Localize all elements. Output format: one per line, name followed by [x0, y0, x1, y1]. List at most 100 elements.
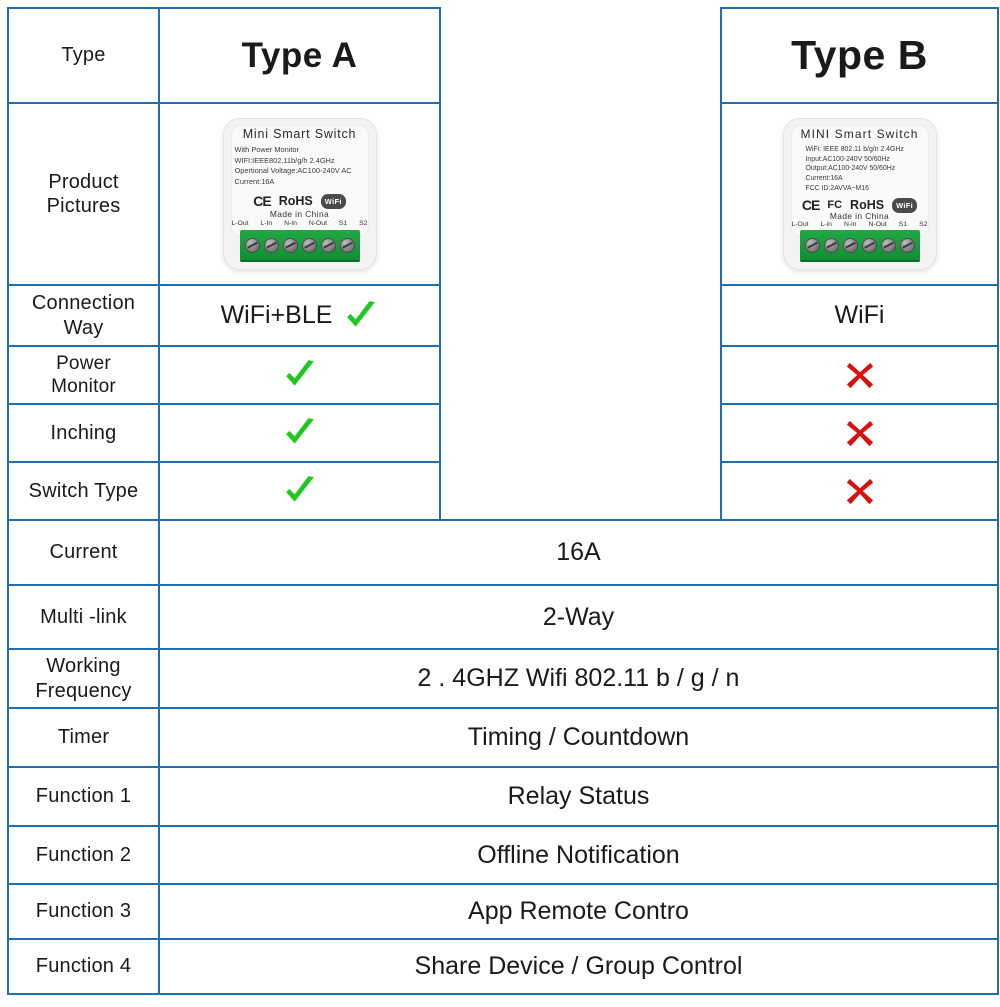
cell-switch-type-type-a: [158, 461, 441, 521]
terminal-screw: [823, 237, 839, 253]
terminal-screw: [301, 237, 317, 253]
row-label-product-pictures: Product Pictures: [7, 102, 160, 286]
terminal-screw: [842, 237, 858, 253]
device-spec-line: Current:16A: [234, 176, 275, 186]
device-pin-labels: L-Out L-In N-In N-Out S1 S2: [232, 220, 368, 227]
cell-power-monitor-type-b: [720, 345, 999, 405]
spacer-cell: [439, 285, 722, 346]
device-terminal-block: [799, 230, 920, 260]
table-row-switch-type: Switch Type: [7, 461, 999, 521]
spacer-cell: [439, 103, 722, 285]
table-row-multi-link: Multi -link 2-Way: [7, 584, 999, 650]
cell-current-value: 16A: [158, 519, 999, 586]
row-label-function-3: Function 3: [7, 883, 160, 940]
row-label-function-1: Function 1: [7, 766, 160, 827]
table-row-timer: Timer Timing / Countdown: [7, 707, 999, 768]
column-header-type-a: Type A: [158, 7, 441, 104]
cell-inching-type-b: [720, 403, 999, 463]
pin-label: L-Out: [791, 221, 809, 228]
row-label-type: Type: [7, 7, 160, 104]
cross-icon: [846, 478, 873, 505]
row-label-line1: Power: [56, 352, 111, 374]
wifi-badge-icon: WiFi: [320, 193, 346, 209]
device-made-in: Made in China: [829, 211, 890, 221]
cell-connection-way-type-b: WiFi: [720, 284, 999, 347]
row-label-inching: Inching: [7, 403, 160, 463]
check-icon: [285, 418, 314, 444]
device-spec-line: With Power Monitor: [234, 145, 299, 154]
terminal-screw: [244, 237, 260, 253]
row-label-power-monitor: Power Monitor: [7, 345, 160, 405]
spacer-cell: [439, 346, 722, 404]
rohs-mark: RoHS: [278, 194, 313, 208]
row-label-multi-link: Multi -link: [7, 584, 160, 650]
cell-function-3-value: App Remote Contro: [158, 883, 999, 940]
row-label-current: Current: [7, 519, 160, 586]
pin-label: L-in: [820, 221, 832, 228]
cell-product-image-type-b: MINI Smart Switch WiFi: IEEE 802.11 b/g/…: [720, 102, 999, 286]
pin-label: S2: [359, 220, 368, 227]
terminal-screw: [899, 237, 915, 253]
cell-function-1-value: Relay Status: [158, 766, 999, 827]
cell-function-4-value: Share Device / Group Control: [158, 938, 999, 995]
row-label-function-4: Function 4: [7, 938, 160, 995]
pin-label: L-Out: [231, 220, 249, 227]
cell-timer-value: Timing / Countdown: [158, 707, 999, 768]
pin-label: L-In: [260, 220, 273, 227]
table-row-current: Current 16A: [7, 519, 999, 586]
pin-label: N-Out: [308, 220, 327, 227]
spacer-cell: [439, 404, 722, 462]
pin-label: S2: [919, 221, 928, 228]
cross-icon: [846, 420, 873, 447]
row-label-line1: Working: [46, 655, 121, 678]
table-row-connection-way: Connection Way WiFi+BLE WiFi: [7, 284, 999, 347]
cell-product-image-type-a: Mini Smart Switch With Power Monitor WIF…: [158, 102, 441, 286]
device-spec-line: FCC ID:2AVVA~M16: [805, 184, 870, 192]
table-row-function-1: Function 1 Relay Status: [7, 766, 999, 827]
terminal-screw: [339, 237, 355, 253]
row-label-line2: Monitor: [51, 376, 116, 397]
table-row-inching: Inching: [7, 403, 999, 463]
terminal-screw: [282, 237, 298, 253]
row-label-line2: Way: [63, 316, 104, 339]
device-terminal-block: [239, 230, 360, 260]
device-certifications: CE RoHS WiFi: [224, 193, 376, 209]
device-made-in: Made in China: [269, 209, 330, 219]
table-row-working-frequency: Working Frequency 2 . 4GHZ Wifi 802.11 b…: [7, 648, 999, 709]
table-row-type: Type Type A Type B: [7, 7, 999, 104]
check-icon: [285, 360, 314, 386]
device-image-type-a: Mini Smart Switch With Power Monitor WIF…: [223, 119, 376, 269]
pin-label: N-Out: [868, 221, 887, 228]
device-pin-labels: L-Out L-in N-in N-Out S1 S2: [792, 221, 928, 228]
cell-inching-type-a: [158, 403, 441, 463]
table-row-power-monitor: Power Monitor: [7, 345, 999, 405]
fcc-mark-icon: FC: [827, 199, 843, 211]
rohs-mark: RoHS: [850, 198, 885, 212]
comparison-sheet: SMATROL SMATROL SMATROL SMATROL Type Typ…: [0, 7, 1000, 1007]
device-spec-line: Output:AC100-240V 50/60Hz: [805, 165, 896, 173]
cell-multi-link-value: 2-Way: [158, 584, 999, 650]
table-row-product-pictures: Product Pictures Mini Smart Switch With …: [7, 102, 999, 286]
pin-label: N-in: [844, 221, 857, 228]
row-label-working-frequency: Working Frequency: [7, 648, 160, 709]
ce-mark-icon: CE: [253, 193, 271, 209]
connection-way-value-a: WiFi+BLE: [220, 301, 333, 329]
terminal-screw: [880, 237, 896, 253]
row-label-timer: Timer: [7, 707, 160, 768]
row-label-connection-way: Connection Way: [7, 284, 160, 347]
pin-label: S1: [338, 220, 348, 227]
cross-icon: [846, 362, 873, 389]
device-spec-line: WiFi: IEEE 802.11 b/g/n 2.4GHz: [805, 146, 904, 153]
terminal-screw: [861, 237, 877, 253]
device-image-type-b: MINI Smart Switch WiFi: IEEE 802.11 b/g/…: [783, 119, 936, 269]
device-spec-line: Input:AC100-240V 50/60Hz: [805, 155, 890, 163]
product-comparison-table: Type Type A Type B Product Pictures Mini…: [7, 7, 999, 995]
cell-switch-type-type-b: [720, 461, 999, 521]
column-header-type-b: Type B: [720, 7, 999, 104]
cell-function-2-value: Offline Notification: [158, 825, 999, 885]
device-title: Mini Smart Switch: [242, 127, 357, 141]
row-label-line1: Product: [48, 170, 119, 193]
check-icon: [285, 476, 314, 502]
row-label-line2: Frequency: [35, 679, 132, 702]
spacer-cell: [439, 462, 722, 520]
